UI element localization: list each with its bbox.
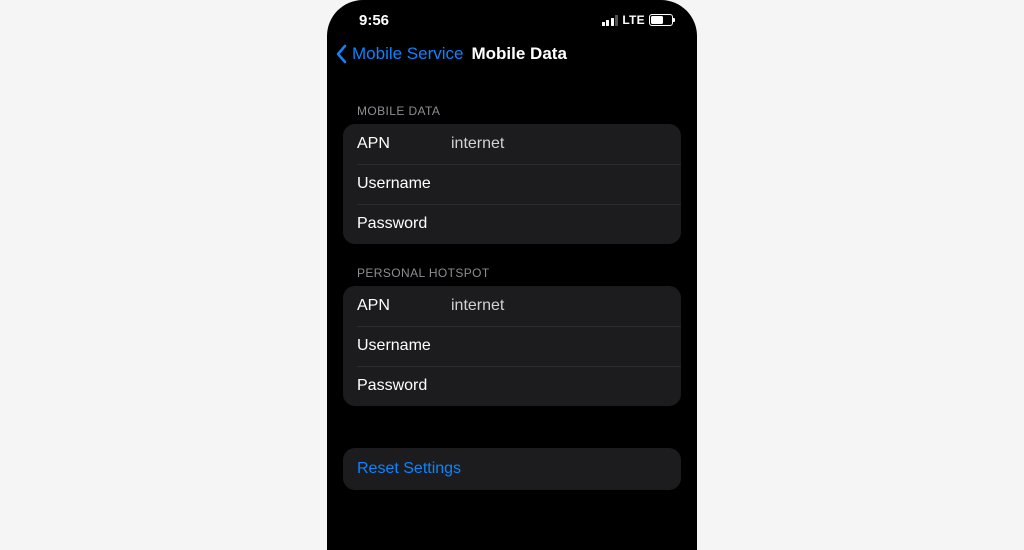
group-mobile-data: APN Username Password — [343, 124, 681, 244]
status-bar: 9:56 LTE — [327, 0, 697, 32]
phone-frame: 9:56 LTE Mobile Service Mobile Data MOBI… — [327, 0, 697, 550]
password-label: Password — [357, 377, 451, 395]
page-title: Mobile Data — [472, 44, 567, 64]
group-hotspot: APN Username Password — [343, 286, 681, 406]
cell-hotspot-password[interactable]: Password — [343, 366, 681, 406]
password-label: Password — [357, 215, 451, 233]
cell-hotspot-apn[interactable]: APN — [343, 286, 681, 326]
section-header-hotspot: PERSONAL HOTSPOT — [343, 244, 681, 286]
password-field[interactable] — [451, 215, 667, 233]
navigation-bar: Mobile Service Mobile Data — [327, 32, 697, 76]
password-field[interactable] — [451, 377, 667, 395]
apn-field[interactable] — [451, 297, 667, 315]
cell-mobile-data-apn[interactable]: APN — [343, 124, 681, 164]
reset-settings-button[interactable]: Reset Settings — [343, 448, 681, 490]
network-type: LTE — [622, 13, 645, 27]
signal-icon — [602, 15, 619, 26]
section-header-mobile-data: MOBILE DATA — [343, 76, 681, 124]
status-time: 9:56 — [359, 12, 389, 29]
apn-label: APN — [357, 135, 451, 153]
apn-label: APN — [357, 297, 451, 315]
cell-mobile-data-username[interactable]: Username — [343, 164, 681, 204]
chevron-left-icon[interactable] — [335, 44, 349, 64]
username-label: Username — [357, 175, 451, 193]
apn-field[interactable] — [451, 135, 667, 153]
content-area: MOBILE DATA APN Username Password PERSON… — [327, 76, 697, 490]
username-label: Username — [357, 337, 451, 355]
action-group: Reset Settings — [343, 448, 681, 490]
cell-hotspot-username[interactable]: Username — [343, 326, 681, 366]
status-indicators: LTE — [602, 13, 673, 27]
username-field[interactable] — [451, 175, 667, 193]
cell-mobile-data-password[interactable]: Password — [343, 204, 681, 244]
back-button[interactable]: Mobile Service — [352, 44, 464, 64]
battery-icon — [649, 14, 673, 26]
username-field[interactable] — [451, 337, 667, 355]
